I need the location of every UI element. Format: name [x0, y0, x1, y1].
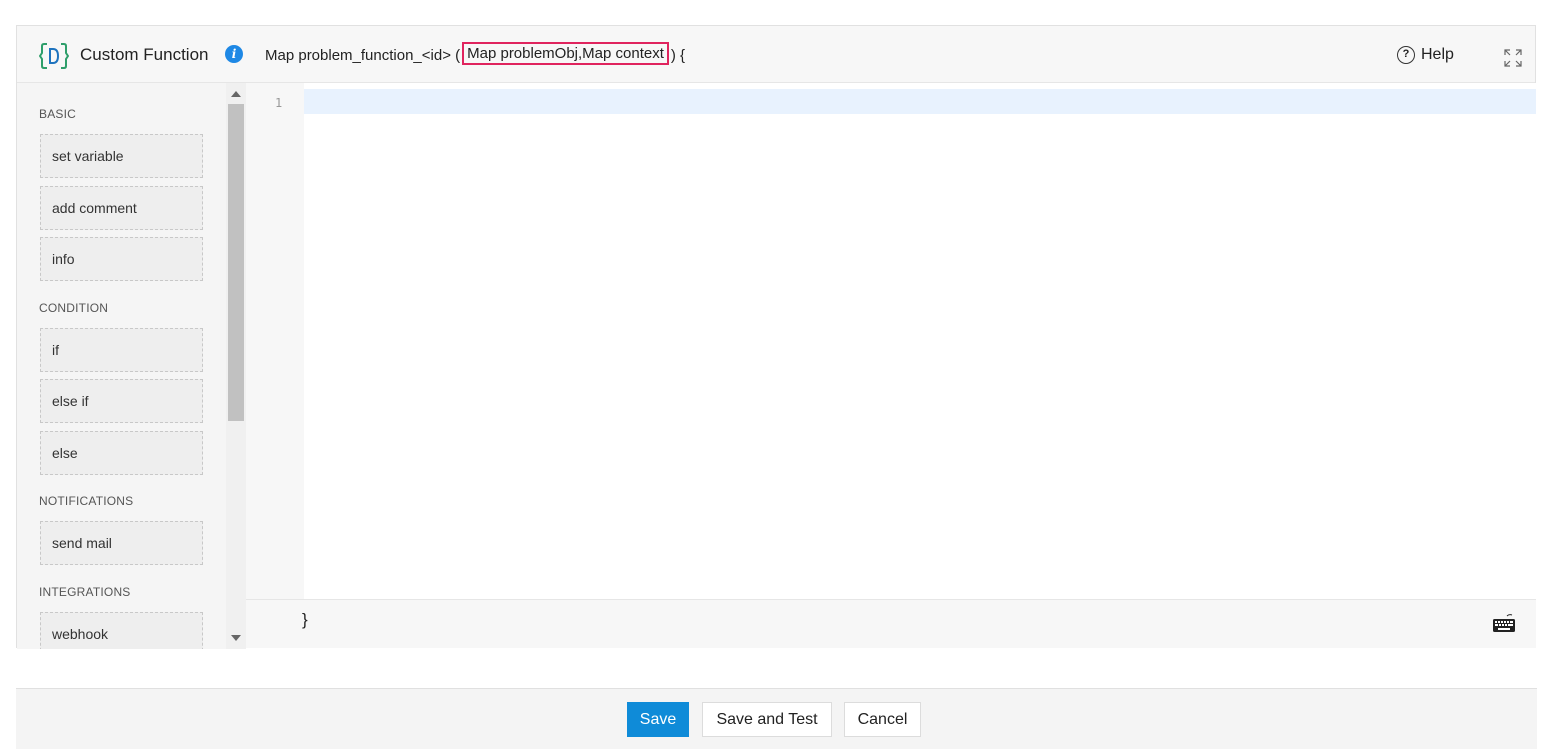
function-signature: Map problem_function_<id> ( Map problemO… [265, 42, 686, 65]
category-condition: CONDITION [39, 301, 109, 315]
action-bar: Save Save and Test Cancel [16, 688, 1537, 749]
scroll-down-icon[interactable] [231, 635, 241, 641]
cancel-button[interactable]: Cancel [844, 702, 921, 737]
expand-icon[interactable] [1503, 48, 1523, 68]
help-icon: ? [1397, 46, 1415, 64]
editor-header: Custom Function i Map problem_function_<… [17, 26, 1535, 83]
active-line [304, 89, 1536, 114]
category-notifications: NOTIFICATIONS [39, 494, 134, 508]
help-link[interactable]: ? Help [1397, 46, 1454, 64]
snippet-else[interactable]: else [40, 431, 203, 475]
keyboard-icon[interactable] [1492, 614, 1516, 634]
category-integrations: INTEGRATIONS [39, 585, 131, 599]
snippet-info[interactable]: info [40, 237, 203, 281]
snippet-else-if[interactable]: else if [40, 379, 203, 423]
line-number: 1 [275, 96, 283, 110]
help-label: Help [1421, 46, 1454, 63]
line-gutter [246, 83, 304, 599]
custom-function-editor: Custom Function i Map problem_function_<… [16, 25, 1536, 649]
category-basic: BASIC [39, 107, 77, 121]
code-editor[interactable] [304, 83, 1536, 599]
info-icon[interactable]: i [225, 45, 243, 63]
save-and-test-button[interactable]: Save and Test [702, 702, 832, 737]
sidebar-scrollbar[interactable] [226, 83, 246, 649]
snippet-sidebar: BASIC set variable add comment info COND… [17, 83, 246, 649]
page-title: Custom Function [80, 45, 209, 64]
snippet-if[interactable]: if [40, 328, 203, 372]
signature-params[interactable]: Map problemObj,Map context [462, 42, 669, 65]
closing-brace: } [302, 610, 308, 629]
editor-footer: } [246, 599, 1536, 648]
signature-prefix: Map problem_function_<id> ( [265, 46, 461, 64]
snippet-add-comment[interactable]: add comment [40, 186, 203, 230]
save-button[interactable]: Save [627, 702, 689, 737]
custom-function-icon [39, 43, 69, 69]
snippet-webhook[interactable]: webhook [40, 612, 203, 649]
snippet-set-variable[interactable]: set variable [40, 134, 203, 178]
signature-suffix: ) { [670, 46, 686, 64]
snippet-send-mail[interactable]: send mail [40, 521, 203, 565]
scroll-up-icon[interactable] [231, 91, 241, 97]
scrollbar-thumb[interactable] [228, 104, 244, 421]
